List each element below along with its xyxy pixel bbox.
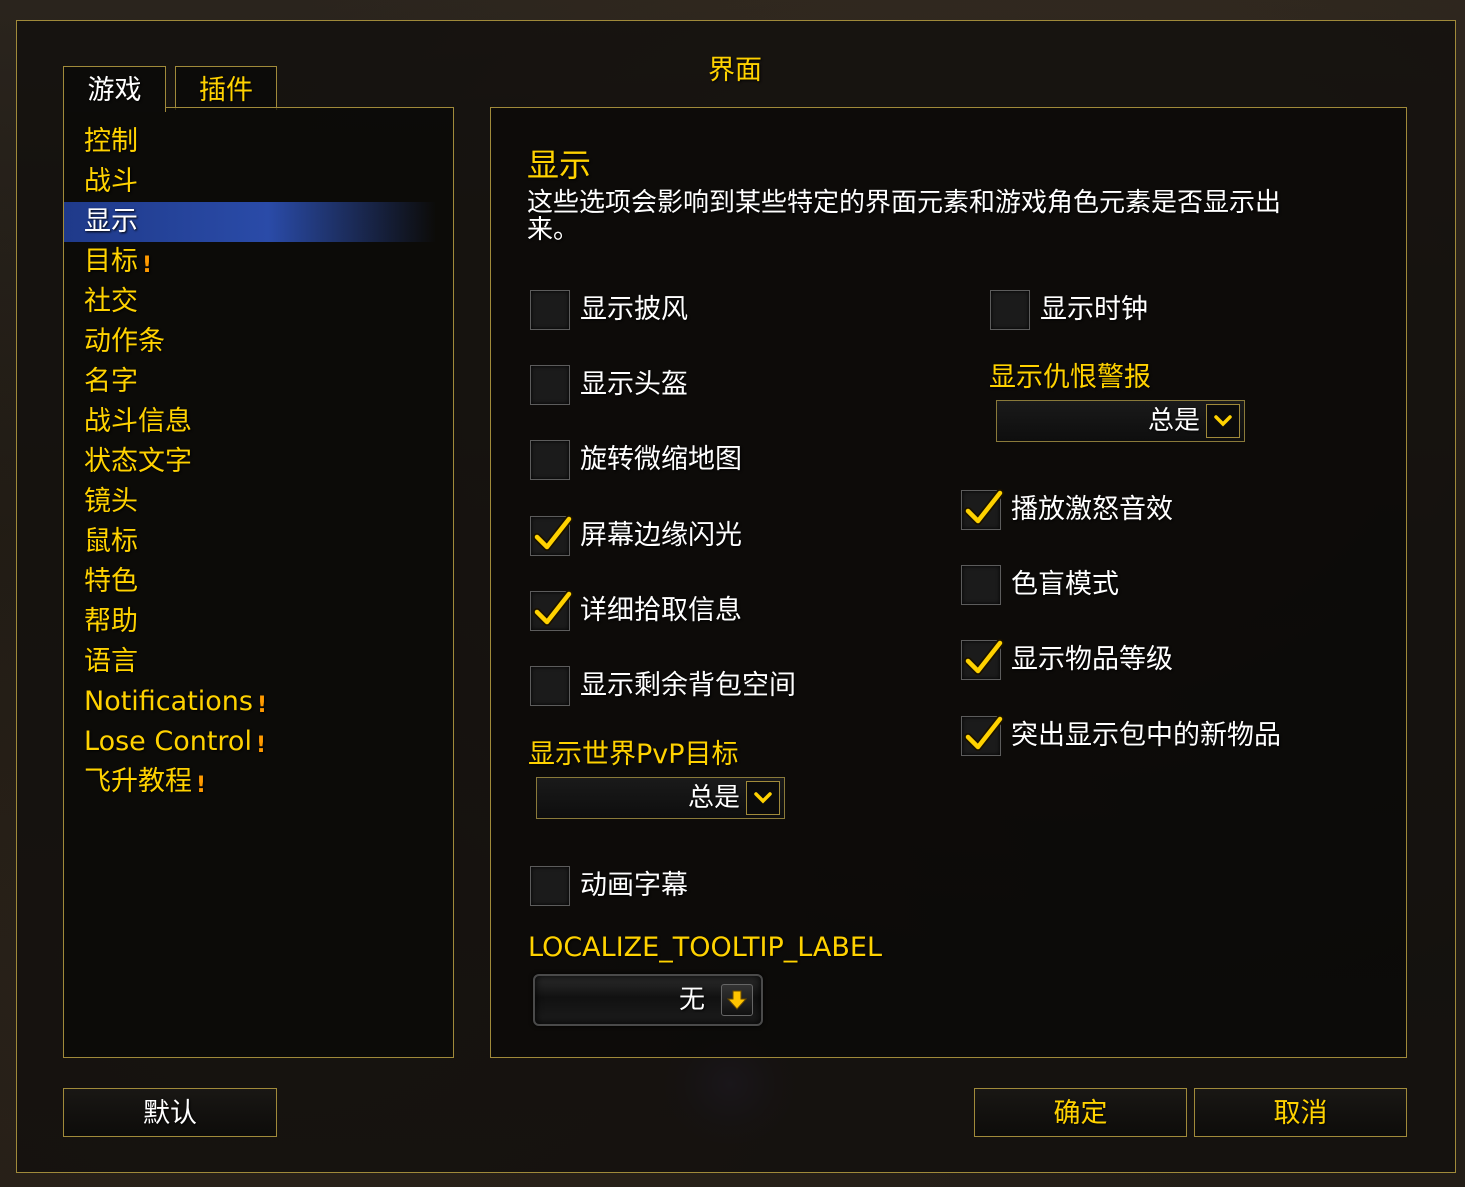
sidebar-item-label: Notifications xyxy=(84,686,253,717)
option-label: 播放激怒音效 xyxy=(1011,494,1173,525)
checkbox[interactable] xyxy=(961,715,1004,756)
option-label: 详细拾取信息 xyxy=(580,595,742,626)
default-button[interactable]: 默认 xyxy=(63,1088,277,1137)
section-title: 显示 xyxy=(527,146,592,184)
sidebar-item-label: 状态文字 xyxy=(84,446,192,477)
sidebar-item[interactable]: 帮助 xyxy=(84,602,434,642)
dropdown-value: 无 xyxy=(678,985,705,1015)
checkmark-icon xyxy=(533,590,573,626)
ok-button[interactable]: 确定 xyxy=(974,1088,1187,1137)
category-list-panel: 控制 战斗 显示 目标! 社交 动作条 名字 战斗信息 状态文字 镜头 鼠标 特色 帮助 语言 Notifi… xyxy=(63,107,454,1058)
sidebar-item-label: 名字 xyxy=(84,366,138,397)
arrow-down-icon[interactable] xyxy=(721,984,753,1016)
warning-icon: ! xyxy=(255,733,266,758)
checkbox[interactable] xyxy=(961,489,1004,530)
sidebar-item[interactable]: 社交 xyxy=(84,282,434,322)
checkmark-icon xyxy=(533,515,573,551)
option-label: 旋转微缩地图 xyxy=(580,444,742,475)
sidebar-item-label: 鼠标 xyxy=(84,526,138,557)
checkbox[interactable] xyxy=(961,565,1001,605)
sidebar-item-label: 语言 xyxy=(84,646,138,677)
cancel-button[interactable]: 取消 xyxy=(1194,1088,1407,1137)
sidebar-item[interactable]: 特色 xyxy=(84,562,434,602)
sidebar-item[interactable]: 语言 xyxy=(84,642,434,682)
dropdown-value: 总是 xyxy=(1147,406,1200,436)
aggro-warning-label: 显示仇恨警报 xyxy=(989,362,1151,393)
option-label: 显示披风 xyxy=(580,294,688,325)
sidebar-item[interactable]: 战斗信息 xyxy=(84,402,434,442)
checkbox[interactable] xyxy=(530,515,573,556)
sidebar-item-label: 飞升教程 xyxy=(84,766,192,797)
sidebar-item-label: 目标 xyxy=(84,246,138,277)
checkmark-icon xyxy=(964,639,1004,675)
warning-icon: ! xyxy=(257,693,268,718)
sidebar-item-label: 战斗 xyxy=(84,166,138,197)
sidebar-item-label: 帮助 xyxy=(84,606,138,637)
option-label: 显示剩余背包空间 xyxy=(580,670,796,701)
checkbox[interactable] xyxy=(990,290,1030,330)
pvp-target-label: 显示世界PvP目标 xyxy=(528,739,739,770)
option-label: 显示物品等级 xyxy=(1011,644,1173,675)
sidebar-item-label: 动作条 xyxy=(84,326,165,357)
sidebar-item[interactable]: 动作条 xyxy=(84,322,434,362)
tooltip-locale-dropdown[interactable]: 无 xyxy=(533,974,763,1026)
sidebar-item-label: 特色 xyxy=(84,566,138,597)
checkmark-icon xyxy=(964,489,1004,525)
checkmark-icon xyxy=(964,715,1004,751)
checkbox[interactable] xyxy=(530,290,570,330)
option-label: 显示时钟 xyxy=(1040,294,1148,325)
sidebar-item-label: 显示 xyxy=(84,206,138,237)
chevron-down-icon[interactable] xyxy=(746,781,780,815)
checkbox[interactable] xyxy=(961,639,1004,680)
sidebar-item[interactable]: Lose Control! xyxy=(84,722,434,762)
sidebar-item[interactable]: 战斗 xyxy=(84,162,434,202)
sidebar-item-label: 镜头 xyxy=(84,486,138,517)
window-title: 界面 xyxy=(708,55,762,86)
checkbox[interactable] xyxy=(530,365,570,405)
tooltip-locale-label: LOCALIZE_TOOLTIP_LABEL xyxy=(528,932,883,963)
sidebar-item[interactable]: 目标! xyxy=(84,242,434,282)
section-description: 这些选项会影响到某些特定的界面元素和游戏角色元素是否显示出来。 xyxy=(527,188,1282,245)
tab-game[interactable]: 游戏 xyxy=(63,66,166,112)
sidebar-item[interactable]: 控制 xyxy=(84,122,434,162)
sidebar-item-label: Lose Control xyxy=(84,726,252,757)
checkbox[interactable] xyxy=(530,440,570,480)
sidebar-item-label: 控制 xyxy=(84,126,138,157)
tab-addons[interactable]: 插件 xyxy=(175,66,277,110)
sidebar-item-label: 战斗信息 xyxy=(84,406,192,437)
warning-icon: ! xyxy=(142,253,153,278)
checkbox[interactable] xyxy=(530,590,573,631)
options-panel xyxy=(490,107,1407,1058)
sidebar-item[interactable]: 镜头 xyxy=(84,482,434,522)
sidebar-item-label: 社交 xyxy=(84,286,138,317)
sidebar-item[interactable]: Notifications! xyxy=(84,682,434,722)
option-label: 色盲模式 xyxy=(1011,569,1119,600)
sidebar-item[interactable]: 飞升教程! xyxy=(84,762,434,802)
aggro-warning-dropdown[interactable]: 总是 xyxy=(996,400,1245,442)
warning-icon: ! xyxy=(196,773,207,798)
pvp-target-dropdown[interactable]: 总是 xyxy=(536,777,785,819)
sidebar-item[interactable]: 显示 xyxy=(64,202,436,242)
chevron-down-icon[interactable] xyxy=(1206,404,1240,438)
option-label: 屏幕边缘闪光 xyxy=(580,520,742,551)
sidebar-item[interactable]: 状态文字 xyxy=(84,442,434,482)
option-label: 突出显示包中的新物品 xyxy=(1011,720,1281,751)
sidebar-item[interactable]: 名字 xyxy=(84,362,434,402)
option-label: 显示头盔 xyxy=(580,369,688,400)
sidebar-item[interactable]: 鼠标 xyxy=(84,522,434,562)
checkbox[interactable] xyxy=(530,866,570,906)
dropdown-value: 总是 xyxy=(687,783,740,813)
checkbox[interactable] xyxy=(530,666,570,706)
option-label: 动画字幕 xyxy=(580,870,688,901)
